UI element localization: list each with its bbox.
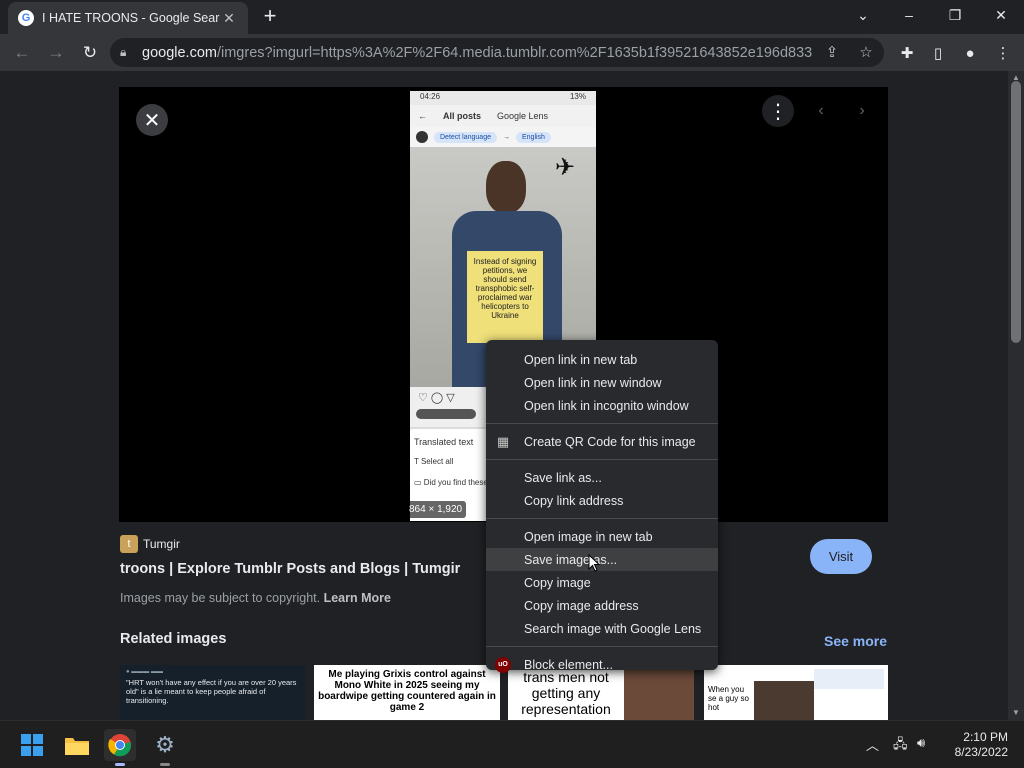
bookmark-star-icon[interactable]: ☆ bbox=[856, 43, 876, 63]
related-thumb-2[interactable]: Me playing Grixis control against Mono W… bbox=[314, 665, 500, 720]
more-options-button[interactable]: ⋮ bbox=[762, 95, 794, 127]
scroll-thumb[interactable] bbox=[1011, 81, 1021, 343]
extensions-icon[interactable]: ✚ bbox=[892, 38, 922, 68]
address-bar[interactable]: 🔒︎ google.com/imgres?imgurl=https%3A%2F%… bbox=[110, 38, 884, 67]
menu-search-google-lens[interactable]: Search image with Google Lens bbox=[486, 617, 718, 640]
restore-button[interactable]: ❐ bbox=[932, 0, 978, 30]
gear-icon: ⚙ bbox=[155, 732, 175, 757]
chrome-menu-icon[interactable]: ⋮ bbox=[988, 38, 1018, 68]
windows-taskbar: ⚙ ︿ 🖧︎ 🔊︎ 2:10 PM 8/23/2022 bbox=[0, 720, 1024, 768]
related-thumb-1[interactable]: ● ▬▬▬ ▬▬ "HRT won't have any effect if y… bbox=[120, 665, 305, 720]
menu-separator bbox=[486, 518, 718, 519]
menu-separator bbox=[486, 646, 718, 647]
menu-open-image-new-tab[interactable]: Open image in new tab bbox=[486, 525, 718, 548]
next-image-button[interactable]: › bbox=[846, 95, 878, 127]
tab-strip: G I HATE TROONS - Google Search ✕ + ⌄ – … bbox=[0, 0, 1024, 34]
windows-logo-icon bbox=[21, 734, 43, 756]
page-scrollbar[interactable]: ▲ ▼ bbox=[1008, 71, 1024, 720]
qr-code-icon: ▦ bbox=[496, 434, 510, 449]
close-viewer-button[interactable]: ✕ bbox=[136, 104, 168, 136]
reload-button[interactable]: ↻ bbox=[74, 37, 106, 69]
new-tab-button[interactable]: + bbox=[258, 5, 282, 29]
sign-text: Instead of signing petitions, we should … bbox=[467, 251, 543, 343]
minimize-button[interactable]: – bbox=[886, 0, 932, 30]
google-favicon-icon: G bbox=[18, 10, 34, 26]
result-title-link[interactable]: troons | Explore Tumblr Posts and Blogs … bbox=[120, 561, 460, 577]
show-hidden-icons-icon[interactable]: ︿ bbox=[866, 735, 879, 754]
visit-button[interactable]: Visit bbox=[810, 539, 872, 574]
back-button[interactable]: ← bbox=[6, 37, 38, 69]
side-panel-icon[interactable]: ▯ bbox=[923, 38, 953, 68]
system-clock[interactable]: 2:10 PM 8/23/2022 bbox=[944, 730, 1008, 760]
related-thumb-4[interactable]: When you se a guy so hot bbox=[704, 665, 888, 720]
tab-close-icon[interactable]: ✕ bbox=[220, 10, 238, 27]
menu-block-element[interactable]: uO Block element... bbox=[486, 653, 718, 676]
menu-separator bbox=[486, 423, 718, 424]
menu-copy-image-address[interactable]: Copy image address bbox=[486, 594, 718, 617]
menu-copy-image[interactable]: Copy image bbox=[486, 571, 718, 594]
file-explorer-button[interactable] bbox=[61, 729, 93, 761]
menu-copy-link-address[interactable]: Copy link address bbox=[486, 489, 718, 512]
context-menu: Open link in new tab Open link in new wi… bbox=[486, 340, 718, 673]
folder-icon bbox=[65, 738, 89, 755]
lock-icon: 🔒︎ bbox=[120, 45, 127, 59]
previous-image-button[interactable]: ‹ bbox=[805, 95, 837, 127]
tab-title: I HATE TROONS - Google Search bbox=[42, 11, 220, 25]
source-site[interactable]: t Tumgir bbox=[120, 535, 180, 553]
browser-toolbar: ← → ↻ 🔒︎ google.com/imgres?imgurl=https%… bbox=[0, 34, 1024, 71]
scroll-down-icon[interactable]: ▼ bbox=[1012, 708, 1020, 717]
close-window-button[interactable]: ✕ bbox=[978, 0, 1024, 30]
tab-search-button[interactable]: ⌄ bbox=[840, 0, 886, 30]
learn-more-link[interactable]: Learn More bbox=[324, 591, 391, 605]
share-icon[interactable]: ⇪ bbox=[822, 43, 842, 63]
menu-separator bbox=[486, 459, 718, 460]
helicopter-sticker-icon: ✈ bbox=[554, 154, 576, 181]
browser-tab[interactable]: G I HATE TROONS - Google Search ✕ bbox=[8, 2, 248, 34]
chrome-logo-icon bbox=[108, 734, 132, 757]
url-text: google.com/imgres?imgurl=https%3A%2F%2F6… bbox=[142, 44, 812, 61]
network-icon[interactable]: 🖧︎ bbox=[893, 735, 908, 757]
volume-icon[interactable]: 🔊︎ bbox=[917, 735, 925, 751]
menu-save-image-as[interactable]: Save image as... bbox=[486, 548, 718, 571]
see-more-link[interactable]: See more bbox=[824, 633, 887, 649]
phone-status-bar: 04:26 13% bbox=[410, 91, 596, 105]
tumgir-logo-icon: t bbox=[120, 535, 138, 553]
menu-open-link-incognito[interactable]: Open link in incognito window bbox=[486, 394, 718, 417]
menu-save-link-as[interactable]: Save link as... bbox=[486, 466, 718, 489]
settings-taskbar-button[interactable]: ⚙ bbox=[149, 729, 181, 766]
start-button[interactable] bbox=[16, 729, 48, 761]
menu-open-link-new-window[interactable]: Open link in new window bbox=[486, 371, 718, 394]
menu-open-link-new-tab[interactable]: Open link in new tab bbox=[486, 348, 718, 371]
menu-create-qr-code[interactable]: ▦ Create QR Code for this image bbox=[486, 430, 718, 453]
lens-language-bar: Detect language → English bbox=[410, 127, 596, 147]
copyright-notice: Images may be subject to copyright. Lear… bbox=[120, 591, 391, 605]
ublock-icon: uO bbox=[495, 657, 511, 673]
related-images-heading: Related images bbox=[120, 631, 227, 647]
mouse-cursor-icon bbox=[588, 554, 600, 572]
person-head bbox=[486, 161, 526, 213]
chrome-taskbar-button[interactable] bbox=[104, 729, 136, 766]
lens-header: ← All posts Google Lens bbox=[410, 105, 596, 127]
image-dimensions: 864 × 1,920 bbox=[405, 501, 467, 518]
forward-button[interactable]: → bbox=[40, 37, 72, 69]
profile-icon[interactable]: ● bbox=[955, 38, 985, 68]
